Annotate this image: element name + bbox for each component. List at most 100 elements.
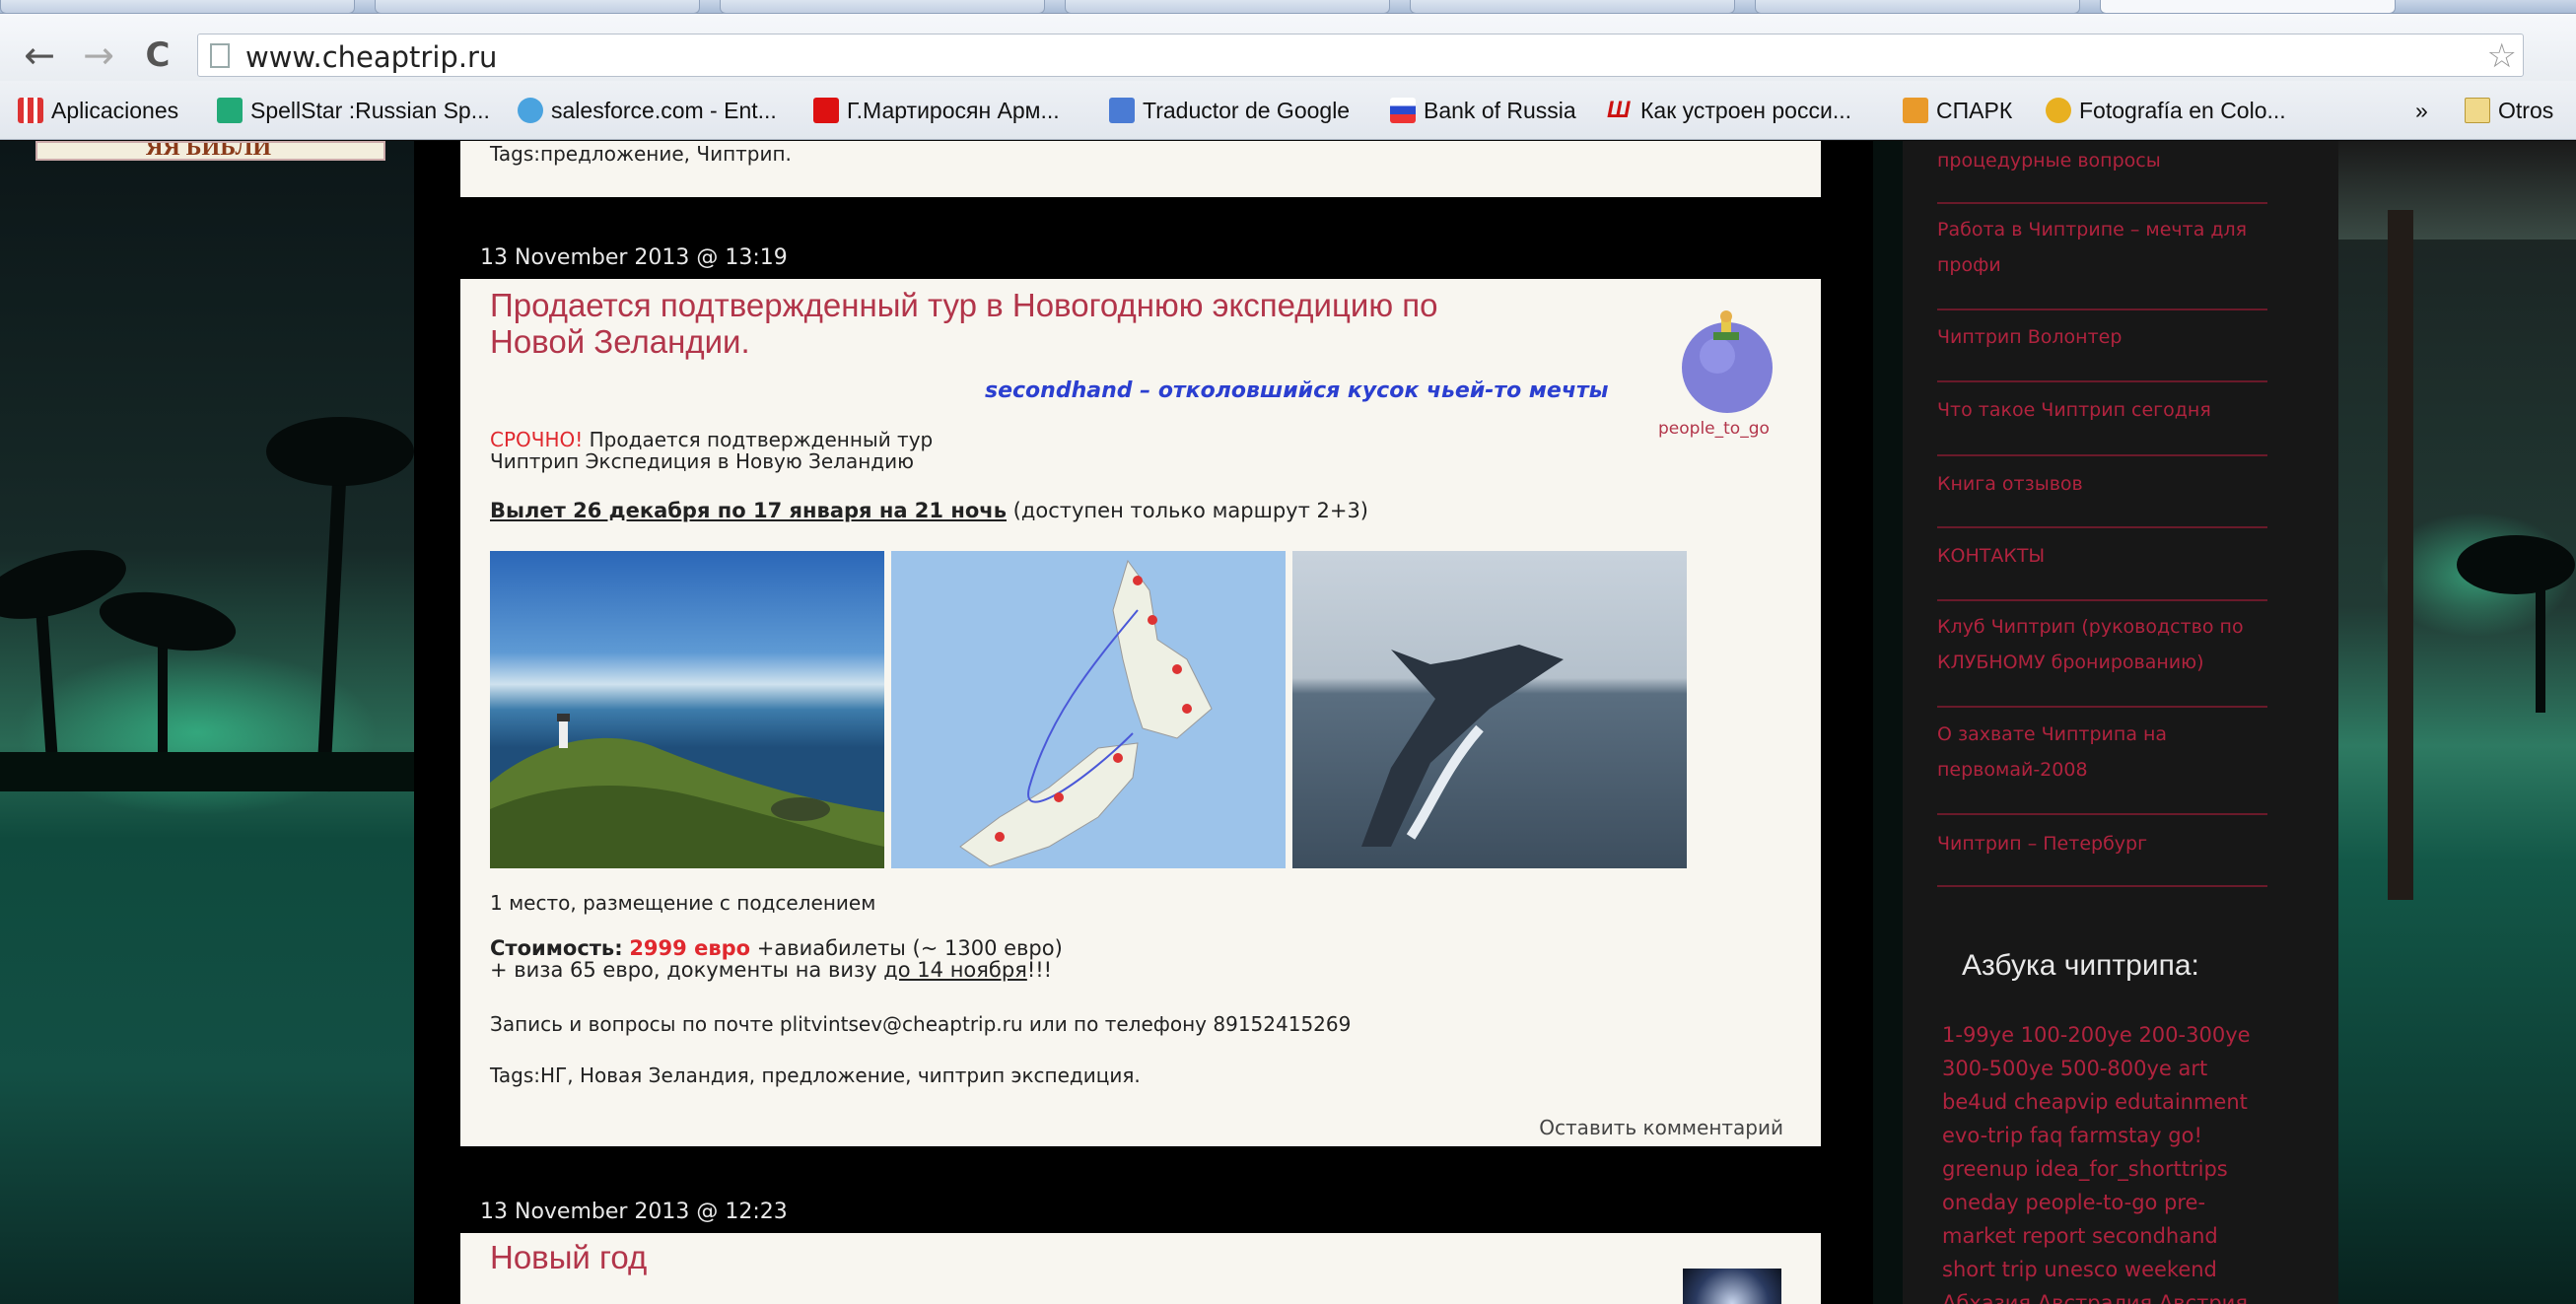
cost-value: 2999 евро [629, 936, 751, 960]
main-column: Tags:предложение, Чиптрип. 13 November 2… [414, 141, 1873, 1304]
forward-arrow-icon[interactable]: → [79, 35, 118, 75]
cost-label: Стоимость: [490, 936, 623, 960]
post-thumbnail[interactable] [1683, 1269, 1781, 1304]
palm-trunk [315, 436, 349, 792]
flight-info: Вылет 26 декабря по 17 января на 21 ночь… [490, 500, 1368, 521]
accommodation-info: 1 место, размещение с подселением [490, 891, 876, 915]
sidebar-link[interactable]: Чиптрип Волонтер [1937, 319, 2272, 355]
browser-tab[interactable] [1410, 0, 1735, 14]
route-map[interactable] [891, 551, 1286, 868]
browser-tab-active[interactable] [2100, 0, 2396, 14]
bookmark-salesforce[interactable]: salesforce.com - Ent... [518, 81, 777, 140]
browser-tab[interactable] [1755, 0, 2080, 14]
divider [1937, 309, 2267, 310]
w-logo-icon: Ш [1607, 97, 1631, 123]
bookmark-spellstar[interactable]: SpellStar :Russian Sp... [217, 81, 490, 140]
palm-trunk [2536, 565, 2545, 713]
post-tagline: secondhand – отколовшийся кусок чьей-то … [985, 378, 1609, 403]
bookmark-translate[interactable]: Traductor de Google [1109, 81, 1350, 140]
bookmark-russia[interactable]: Ш Как устроен росси... [1607, 81, 1851, 140]
sidebar-link[interactable]: КОНТАКТЫ [1937, 538, 2272, 574]
wooden-post [2388, 210, 2413, 900]
post-tags[interactable]: Tags:предложение, Чиптрип. [490, 143, 792, 165]
bookmark-label: Aplicaciones [51, 97, 179, 123]
contact-info: Запись и вопросы по почте plitvintsev@ch… [490, 1012, 1352, 1036]
visa-deadline-link[interactable]: до 14 ноября [883, 958, 1027, 982]
sidebar-link[interactable]: процедурные вопросы [1937, 143, 2272, 178]
flag-icon [1390, 98, 1416, 123]
lighthouse-photo[interactable] [490, 551, 884, 868]
new-zealand-map [959, 559, 1213, 867]
leave-comment-link[interactable]: Оставить комментарий [1539, 1117, 1783, 1138]
cost-rest: +авиабилеты (~ 1300 евро) [750, 936, 1063, 960]
post-title[interactable]: Новый год [490, 1239, 647, 1275]
divider [1937, 454, 2267, 456]
whale-photo[interactable] [1292, 551, 1687, 868]
tree-line [0, 752, 414, 791]
lighthouse-scene [490, 714, 884, 868]
bookmark-label: salesforce.com - Ent... [551, 97, 777, 123]
background-left: ЯЯ БИБЛИ [0, 141, 414, 1304]
cloud-icon [518, 98, 543, 123]
post-title-line: Продается подтвержденный тур в Новогодню… [490, 287, 1438, 323]
divider [1937, 885, 2267, 887]
bookmarks-more-button[interactable]: » [2415, 81, 2428, 140]
bookmark-spark[interactable]: СПАРК [1903, 81, 2012, 140]
post-tags[interactable]: Tags:НГ, Новая Зеландия, предложение, чи… [490, 1064, 1141, 1086]
divider [1937, 813, 2267, 815]
divider [1937, 599, 2267, 601]
flight-note: (доступен только маршрут 2+3) [1006, 499, 1369, 522]
visa-info: + виза 65 евро, документы на визу до 14 … [490, 959, 1052, 981]
back-arrow-icon[interactable]: ← [20, 35, 59, 75]
logo-text: ЯЯ БИБЛИ [146, 141, 272, 161]
bookmark-label: Otros [2498, 97, 2554, 123]
bookmark-folder-otros[interactable]: Otros [2465, 81, 2553, 140]
post-date: 13 November 2013 @ 12:23 [480, 1200, 788, 1224]
bookmark-label: Г.Мартиросян Арм... [847, 97, 1060, 123]
divider [1937, 526, 2267, 528]
post-title-line: Новой Зеландии. [490, 323, 750, 360]
bookmark-label: СПАРК [1936, 97, 2013, 123]
visa-suffix: !!! [1026, 958, 1053, 982]
browser-tab[interactable] [1065, 0, 1390, 14]
previous-post: Tags:предложение, Чиптрип. [460, 141, 1821, 197]
tag-cloud[interactable]: 1-99уе 100-200уе 200-300уе 300-500уе 500… [1942, 1018, 2272, 1304]
page-icon [210, 43, 230, 68]
browser-tab[interactable] [0, 0, 355, 14]
spellstar-icon [217, 98, 243, 123]
divider [1937, 202, 2267, 204]
bookmark-label: Fotografía en Colo... [2079, 97, 2286, 123]
bookmark-label: Traductor de Google [1143, 97, 1351, 123]
post-title[interactable]: Продается подтвержденный тур в Новогодню… [490, 287, 1437, 360]
sidebar-link[interactable]: О захвате Чиптрипа на первомай-2008 [1937, 717, 2272, 788]
little-prince-planet-icon [1682, 310, 1773, 413]
price-info: Стоимость: 2999 евро +авиабилеты (~ 1300… [490, 937, 1063, 959]
reload-icon[interactable]: C [138, 35, 177, 75]
sidebar-link[interactable]: Книга отзывов [1937, 466, 2272, 502]
sidebar-link[interactable]: Что такое Чиптрип сегодня [1937, 392, 2272, 428]
bookmark-apps[interactable]: Aplicaciones [18, 81, 178, 140]
whale-breach-scene [1361, 645, 1564, 847]
avatar-caption[interactable]: people_to_go [1658, 419, 1770, 439]
background-right [2338, 141, 2576, 1304]
divider [1937, 706, 2267, 708]
sidebar-link[interactable]: Работа в Чиптрипе – мечта для профи [1937, 212, 2272, 283]
site-logo[interactable]: ЯЯ БИБЛИ [35, 141, 385, 161]
sidebar: процедурные вопросы Работа в Чиптрипе – … [1903, 141, 2338, 1304]
roof-overhang [2338, 141, 2576, 240]
address-bar[interactable]: www.cheaptrip.ru ☆ [197, 34, 2524, 77]
browser-tab[interactable] [375, 0, 700, 14]
url-text[interactable]: www.cheaptrip.ru [245, 40, 497, 74]
bookmark-youtube[interactable]: Г.Мартиросян Арм... [813, 81, 1060, 140]
bookmark-label: Bank of Russia [1424, 97, 1576, 123]
bookmark-label: Как устроен росси... [1640, 97, 1851, 123]
browser-tab[interactable] [720, 0, 1045, 14]
sidebar-link[interactable]: Чиптрип – Петербург [1937, 826, 2272, 861]
sidebar-link[interactable]: Клуб Чиптрип (руководство по КЛУБНОМУ бр… [1937, 609, 2272, 680]
bookmark-star-icon[interactable]: ☆ [2487, 36, 2517, 76]
post-article: Новый год [460, 1233, 1821, 1304]
bookmark-fotografia[interactable]: Fotografía en Colo... [2046, 81, 2286, 140]
spark-icon [1903, 98, 1928, 123]
bookmark-bank-of-russia[interactable]: Bank of Russia [1390, 81, 1576, 140]
avatar[interactable] [1678, 309, 1776, 415]
